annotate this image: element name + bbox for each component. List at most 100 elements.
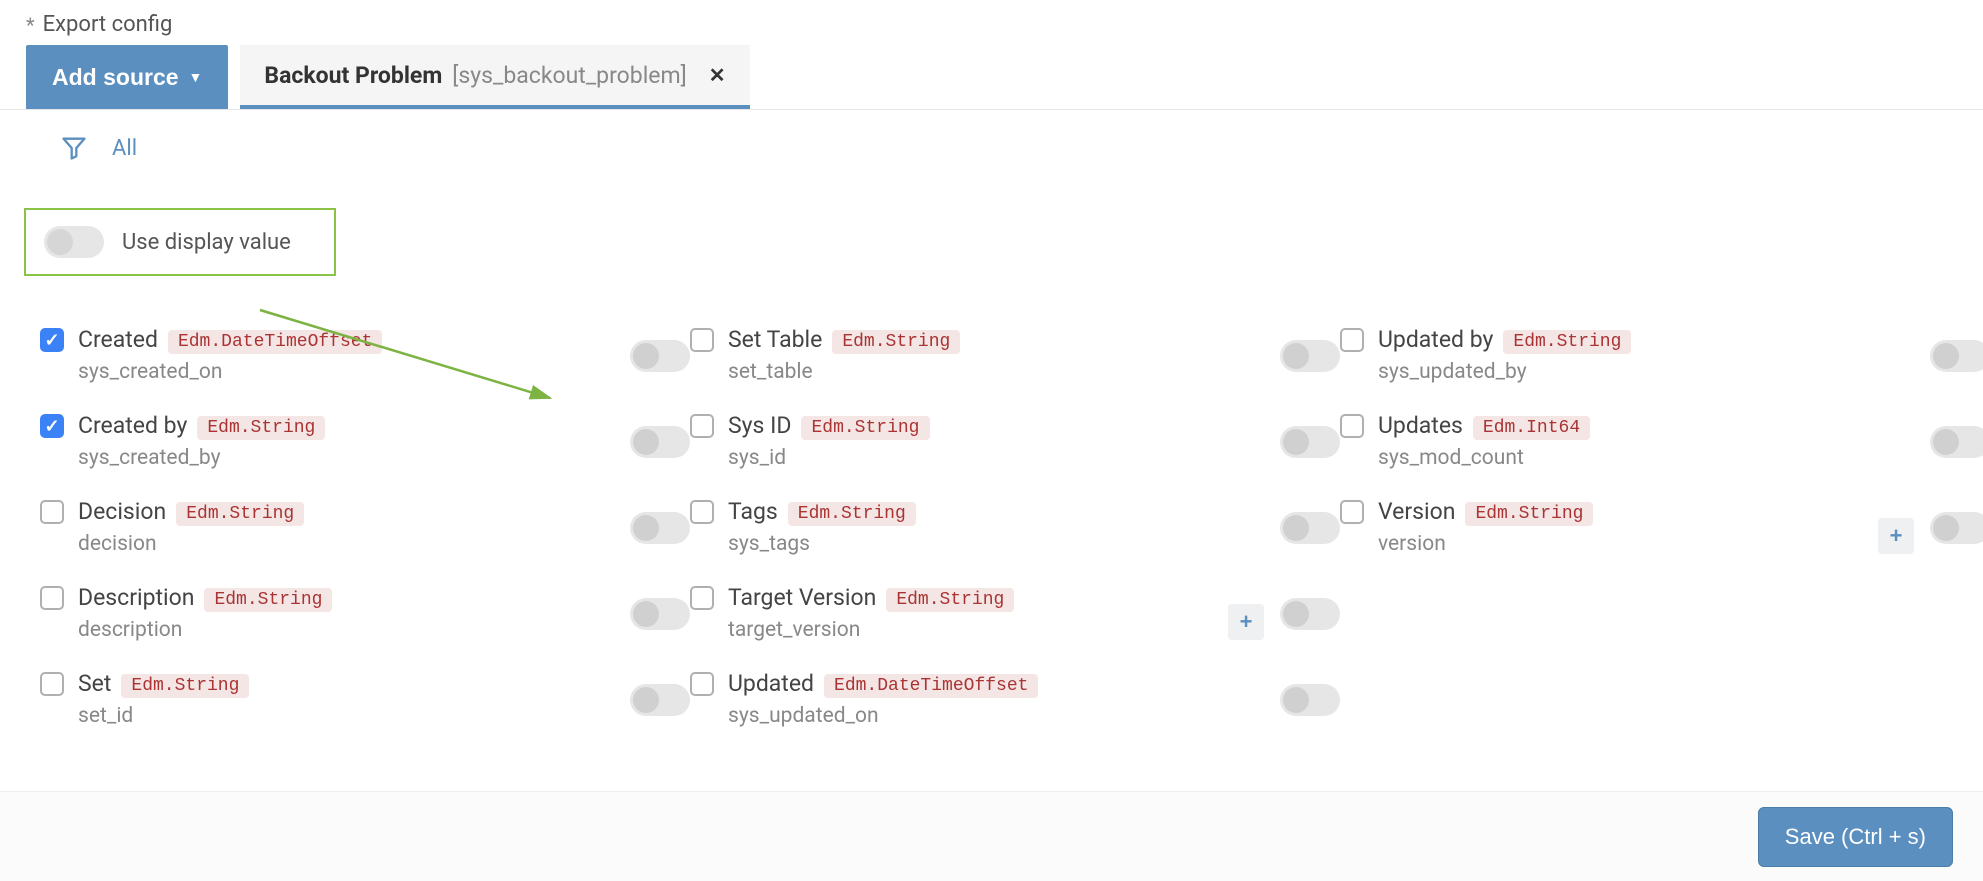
field-checkbox[interactable] xyxy=(40,328,64,352)
field-label: Updates xyxy=(1378,412,1463,439)
field-row: Description Edm.String description xyxy=(40,584,690,652)
chevron-down-icon: ▼ xyxy=(189,69,203,85)
field-display-toggle[interactable] xyxy=(1280,684,1340,716)
field-checkbox[interactable] xyxy=(690,586,714,610)
field-text: Description Edm.String description xyxy=(78,584,570,642)
title-bar: * Export config xyxy=(0,0,1983,45)
field-text: Sys IDEdm.Stringsys_id xyxy=(728,412,1220,470)
field-display-toggle[interactable] xyxy=(630,340,690,372)
use-display-value-box: Use display value xyxy=(24,208,336,276)
field-display-toggle[interactable] xyxy=(1930,426,1983,458)
field-text: VersionEdm.Stringversion xyxy=(1378,498,1870,556)
field-sys-name: description xyxy=(78,618,570,642)
field-row: Set TableEdm.Stringset_table xyxy=(690,326,1340,394)
field-checkbox[interactable] xyxy=(40,586,64,610)
field-text: Created by Edm.String sys_created_by xyxy=(78,412,570,470)
field-checkbox[interactable] xyxy=(690,500,714,524)
field-label: Set xyxy=(78,670,111,697)
add-source-label: Add source xyxy=(52,64,179,91)
field-text: Tags Edm.String sys_tags xyxy=(728,498,1220,556)
field-checkbox[interactable] xyxy=(690,414,714,438)
filter-icon[interactable] xyxy=(60,134,88,162)
field-checkbox[interactable] xyxy=(40,414,64,438)
field-display-toggle[interactable] xyxy=(1280,426,1340,458)
field-row: CreatedEdm.DateTimeOffsetsys_created_on xyxy=(40,326,690,394)
tab-title: Backout Problem xyxy=(264,62,442,89)
field-checkbox[interactable] xyxy=(690,672,714,696)
field-row: Target VersionEdm.Stringtarget_version+ xyxy=(690,584,1340,652)
field-display-toggle[interactable] xyxy=(630,684,690,716)
field-row: Tags Edm.String sys_tags xyxy=(690,498,1340,566)
field-type-badge: Edm.String xyxy=(788,502,916,526)
field-sys-name: target_version xyxy=(728,618,1220,642)
field-sys-name: sys_updated_on xyxy=(728,704,1220,728)
field-label: Created xyxy=(78,326,158,353)
field-type-badge: Edm.String xyxy=(121,674,249,698)
field-text: Set TableEdm.Stringset_table xyxy=(728,326,1220,384)
add-source-button[interactable]: Add source ▼ xyxy=(26,45,228,109)
fields-column-3: Updated byEdm.Stringsys_updated_byUpdate… xyxy=(1340,326,1983,756)
dirty-indicator-icon: * xyxy=(26,13,35,37)
field-text: CreatedEdm.DateTimeOffsetsys_created_on xyxy=(78,326,570,384)
field-row: Set Edm.String set_id xyxy=(40,670,690,738)
field-display-toggle[interactable] xyxy=(630,426,690,458)
save-button[interactable]: Save (Ctrl + s) xyxy=(1758,807,1953,867)
field-sys-name: sys_updated_by xyxy=(1378,360,1870,384)
field-display-toggle[interactable] xyxy=(1280,340,1340,372)
tabs-row: Add source ▼ Backout Problem [sys_backou… xyxy=(0,45,1983,110)
field-row: Sys IDEdm.Stringsys_id xyxy=(690,412,1340,480)
field-checkbox[interactable] xyxy=(1340,328,1364,352)
field-text: Target VersionEdm.Stringtarget_version xyxy=(728,584,1220,642)
field-type-badge: Edm.String xyxy=(197,416,325,440)
fields-column-2: Set TableEdm.Stringset_tableSys IDEdm.St… xyxy=(690,326,1340,756)
field-display-toggle[interactable] xyxy=(1930,512,1983,544)
filter-row: All xyxy=(0,110,1983,178)
field-label: Decision xyxy=(78,498,166,525)
field-display-toggle[interactable] xyxy=(630,598,690,630)
field-row: VersionEdm.Stringversion+ xyxy=(1340,498,1983,566)
field-row: Updated by Edm.String sys_updated_by xyxy=(1340,326,1983,394)
field-text: UpdatesEdm.Int64sys_mod_count xyxy=(1378,412,1870,470)
field-label: Updated xyxy=(728,670,814,697)
footer-bar: Save (Ctrl + s) xyxy=(0,791,1983,881)
field-type-badge: Edm.String xyxy=(204,588,332,612)
expand-field-button[interactable]: + xyxy=(1878,518,1914,554)
field-label: Created by xyxy=(78,412,187,439)
field-display-toggle[interactable] xyxy=(1930,340,1983,372)
field-checkbox[interactable] xyxy=(1340,500,1364,524)
field-sys-name: set_table xyxy=(728,360,1220,384)
field-label: Description xyxy=(78,584,194,611)
fields-column-1: CreatedEdm.DateTimeOffsetsys_created_onC… xyxy=(40,326,690,756)
field-checkbox[interactable] xyxy=(40,500,64,524)
field-text: Updated by Edm.String sys_updated_by xyxy=(1378,326,1870,384)
field-label: Updated by xyxy=(1378,326,1493,353)
page-title: Export config xyxy=(43,12,173,37)
field-type-badge: Edm.String xyxy=(801,416,929,440)
expand-field-button[interactable]: + xyxy=(1228,604,1264,640)
field-sys-name: sys_created_on xyxy=(78,360,570,384)
filter-label[interactable]: All xyxy=(112,136,137,161)
field-checkbox[interactable] xyxy=(40,672,64,696)
field-checkbox[interactable] xyxy=(690,328,714,352)
use-display-value-toggle[interactable] xyxy=(44,226,104,258)
field-label: Tags xyxy=(728,498,778,525)
field-sys-name: sys_id xyxy=(728,446,1220,470)
use-display-value-label: Use display value xyxy=(122,230,291,255)
field-sys-name: sys_created_by xyxy=(78,446,570,470)
field-type-badge: Edm.Int64 xyxy=(1473,416,1590,440)
field-type-badge: Edm.String xyxy=(1465,502,1593,526)
field-row: UpdatesEdm.Int64sys_mod_count xyxy=(1340,412,1983,480)
field-type-badge: Edm.String xyxy=(832,330,960,354)
field-display-toggle[interactable] xyxy=(630,512,690,544)
field-sys-name: sys_tags xyxy=(728,532,1220,556)
field-row: DecisionEdm.Stringdecision xyxy=(40,498,690,566)
field-type-badge: Edm.String xyxy=(1503,330,1631,354)
field-checkbox[interactable] xyxy=(1340,414,1364,438)
field-display-toggle[interactable] xyxy=(1280,512,1340,544)
close-icon[interactable]: ✕ xyxy=(709,63,726,87)
field-display-toggle[interactable] xyxy=(1280,598,1340,630)
field-text: UpdatedEdm.DateTimeOffsetsys_updated_on xyxy=(728,670,1220,728)
field-sys-name: set_id xyxy=(78,704,570,728)
tab-backout-problem[interactable]: Backout Problem [sys_backout_problem] ✕ xyxy=(240,45,749,109)
field-text: DecisionEdm.Stringdecision xyxy=(78,498,570,556)
